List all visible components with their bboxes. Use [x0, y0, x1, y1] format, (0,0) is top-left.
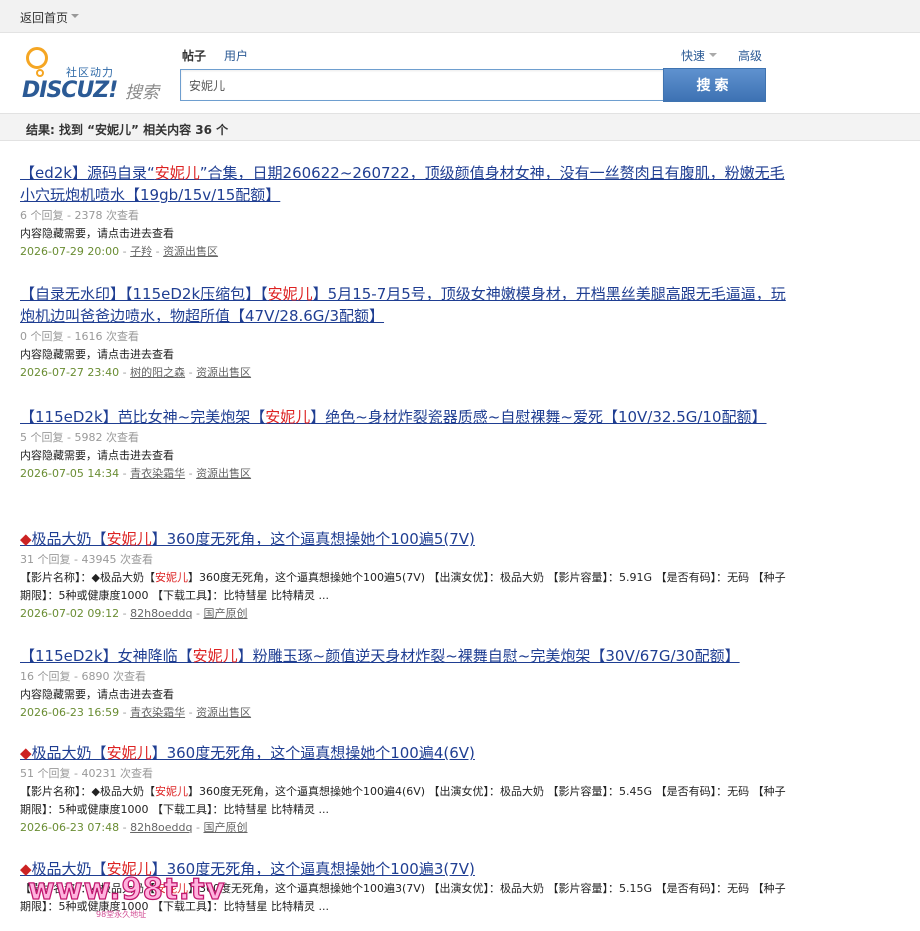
result-snippet: 内容隐藏需要，请点击进去查看	[20, 225, 790, 243]
result-stats: 5 个回复 - 5982 次查看	[20, 431, 139, 444]
result-date: 2026-07-29 20:00	[20, 245, 120, 258]
result-stats: 0 个回复 - 1616 次查看	[20, 330, 139, 343]
caret-down-icon[interactable]	[71, 14, 79, 18]
result-item: 【115eD2k】女神降临【安妮儿】粉雕玉琢~颜值逆天身材炸裂~裸舞自慰~完美炮…	[20, 645, 790, 722]
result-title-text: 】粉雕玉琢~颜值逆天身材炸裂~裸舞自慰~完美炮架【30V/67G/30配额】	[237, 647, 740, 665]
result-footer: 2026-07-29 20:00 - 子羚 - 资源出售区	[20, 245, 219, 258]
result-footer: 2026-07-02 09:12 - 82h8oeddq - 国产原创	[20, 607, 248, 620]
watermark-text: www.98t.tv	[27, 871, 226, 906]
result-title-link[interactable]: 【自录无水印】【115eD2k压缩包】【安妮儿】5月15-7月5号，顶级女神嫩模…	[20, 283, 790, 327]
snippet-text: 内容隐藏需要，请点击进去查看	[20, 688, 174, 701]
result-footer: 2026-07-05 14:34 - 青衣染霜华 - 资源出售区	[20, 467, 252, 480]
result-item: 【ed2k】源码自录“安妮儿”合集，日期260622~260722，顶级颜值身材…	[20, 162, 790, 261]
result-stats: 16 个回复 - 6890 次查看	[20, 670, 146, 683]
result-forum-link[interactable]: 国产原创	[203, 607, 247, 620]
result-forum-link[interactable]: 资源出售区	[196, 467, 251, 480]
result-title-text: 【ed2k】源码自录“	[20, 164, 155, 182]
result-title-text: 【115eD2k】女神降临【	[20, 647, 193, 665]
result-author-link[interactable]: 82h8oeddq	[130, 607, 192, 620]
search-input[interactable]	[180, 69, 664, 101]
result-title-text: 【自录无水印】【115eD2k压缩包】【	[20, 285, 268, 303]
snippet-keyword: 安妮儿	[154, 785, 188, 798]
back-to-home-link[interactable]: 返回首页	[20, 9, 68, 26]
result-title-text: 】360度无死角，这个逼真想操她个100遍5(7V)	[151, 530, 475, 548]
discuz-logo[interactable]: 社区动力 DISCUZ! 搜索	[22, 45, 167, 103]
tab-users[interactable]: 用户	[224, 47, 248, 64]
result-snippet: 内容隐藏需要，请点击进去查看	[20, 686, 790, 704]
quick-search-link[interactable]: 快速	[681, 47, 705, 64]
snippet-text: 内容隐藏需要，请点击进去查看	[20, 449, 174, 462]
speech-bubble-tail-icon	[36, 69, 44, 77]
result-title-link[interactable]: ◆极品大奶【安妮儿】360度无死角，这个逼真想操她个100遍4(6V)	[20, 742, 790, 764]
snippet-keyword: 安妮儿	[154, 571, 188, 584]
result-title-text: 】360度无死角，这个逼真想操她个100遍4(6V)	[151, 744, 475, 762]
result-author-link[interactable]: 子羚	[130, 245, 152, 258]
diamond-icon: ◆	[20, 744, 32, 762]
result-title-text: 【115eD2k】芭比女神~完美炮架【	[20, 408, 266, 426]
site-watermark: www.98t.tv 98堂永久地址	[20, 871, 240, 920]
snippet-text: 【影片名称】：◆极品大奶【	[20, 571, 155, 584]
result-title-text: 极品大奶【	[31, 530, 107, 548]
result-date: 2026-06-23 16:59	[20, 706, 120, 719]
result-title-link[interactable]: 【115eD2k】芭比女神~完美炮架【安妮儿】绝色~身材炸裂瓷器质感~自慰裸舞~…	[20, 406, 790, 428]
logo-wordmark: DISCUZ!	[22, 78, 118, 103]
result-summary: 结果: 找到 “安妮儿” 相关内容 36 个	[26, 123, 229, 137]
result-title-link[interactable]: 【115eD2k】女神降临【安妮儿】粉雕玉琢~颜值逆天身材炸裂~裸舞自慰~完美炮…	[20, 645, 790, 667]
result-forum-link[interactable]: 资源出售区	[163, 245, 218, 258]
result-author-link[interactable]: 树的阳之森	[130, 366, 185, 379]
result-summary-bar: 结果: 找到 “安妮儿” 相关内容 36 个	[0, 113, 920, 141]
snippet-text: 内容隐藏需要，请点击进去查看	[20, 348, 174, 361]
speech-bubble-icon	[26, 47, 48, 69]
result-title-keyword: 安妮儿	[265, 408, 311, 426]
result-title-keyword: 安妮儿	[267, 285, 313, 303]
result-stats: 51 个回复 - 40231 次查看	[20, 767, 153, 780]
result-author-link[interactable]: 青衣染霜华	[130, 706, 185, 719]
result-snippet: 【影片名称】：◆极品大奶【安妮儿】360度无死角，这个逼真想操她个100遍5(7…	[20, 569, 790, 605]
logo-search-word: 搜索	[125, 83, 159, 103]
search-button[interactable]: 搜索	[663, 68, 766, 102]
top-bar: 返回首页	[0, 0, 920, 33]
chevron-down-icon[interactable]	[709, 53, 717, 57]
result-item: ◆极品大奶【安妮儿】360度无死角，这个逼真想操她个100遍4(6V) 51 个回…	[20, 742, 790, 837]
diamond-icon: ◆	[20, 530, 32, 548]
tab-posts[interactable]: 帖子	[182, 47, 206, 64]
result-title-link[interactable]: 【ed2k】源码自录“安妮儿”合集，日期260622~260722，顶级颜值身材…	[20, 162, 790, 206]
result-title-keyword: 安妮儿	[192, 647, 238, 665]
result-date: 2026-07-05 14:34	[20, 467, 120, 480]
result-title-text: 极品大奶【	[31, 744, 107, 762]
snippet-text: 【影片名称】：◆极品大奶【	[20, 785, 155, 798]
result-title-keyword: 安妮儿	[106, 744, 152, 762]
result-author-link[interactable]: 82h8oeddq	[130, 821, 192, 834]
result-author-link[interactable]: 青衣染霜华	[130, 467, 185, 480]
result-title-keyword: 安妮儿	[154, 164, 200, 182]
result-title-keyword: 安妮儿	[106, 530, 152, 548]
advanced-search-link[interactable]: 高级	[738, 47, 762, 64]
result-title-text: 】绝色~身材炸裂瓷器质感~自慰裸舞~爱死【10V/32.5G/10配额】	[310, 408, 767, 426]
result-forum-link[interactable]: 资源出售区	[196, 366, 251, 379]
result-snippet: 【影片名称】：◆极品大奶【安妮儿】360度无死角，这个逼真想操她个100遍4(6…	[20, 783, 790, 819]
result-snippet: 内容隐藏需要，请点击进去查看	[20, 447, 790, 465]
snippet-text: 内容隐藏需要，请点击进去查看	[20, 227, 174, 240]
result-date: 2026-06-23 07:48	[20, 821, 120, 834]
result-footer: 2026-06-23 16:59 - 青衣染霜华 - 资源出售区	[20, 706, 252, 719]
result-forum-link[interactable]: 国产原创	[203, 821, 247, 834]
result-stats: 31 个回复 - 43945 次查看	[20, 553, 153, 566]
result-footer: 2026-06-23 07:48 - 82h8oeddq - 国产原创	[20, 821, 248, 834]
result-title-link[interactable]: ◆极品大奶【安妮儿】360度无死角，这个逼真想操她个100遍5(7V)	[20, 528, 790, 550]
result-footer: 2026-07-27 23:40 - 树的阳之森 - 资源出售区	[20, 366, 252, 379]
result-date: 2026-07-02 09:12	[20, 607, 120, 620]
result-snippet: 内容隐藏需要，请点击进去查看	[20, 346, 790, 364]
result-item: 【115eD2k】芭比女神~完美炮架【安妮儿】绝色~身材炸裂瓷器质感~自慰裸舞~…	[20, 406, 790, 483]
result-forum-link[interactable]: 资源出售区	[196, 706, 251, 719]
result-item: 【自录无水印】【115eD2k压缩包】【安妮儿】5月15-7月5号，顶级女神嫩模…	[20, 283, 790, 382]
result-stats: 6 个回复 - 2378 次查看	[20, 209, 139, 222]
watermark-subtext: 98堂永久地址	[96, 910, 147, 919]
result-item: ◆极品大奶【安妮儿】360度无死角，这个逼真想操她个100遍5(7V) 31 个回…	[20, 528, 790, 623]
result-date: 2026-07-27 23:40	[20, 366, 120, 379]
